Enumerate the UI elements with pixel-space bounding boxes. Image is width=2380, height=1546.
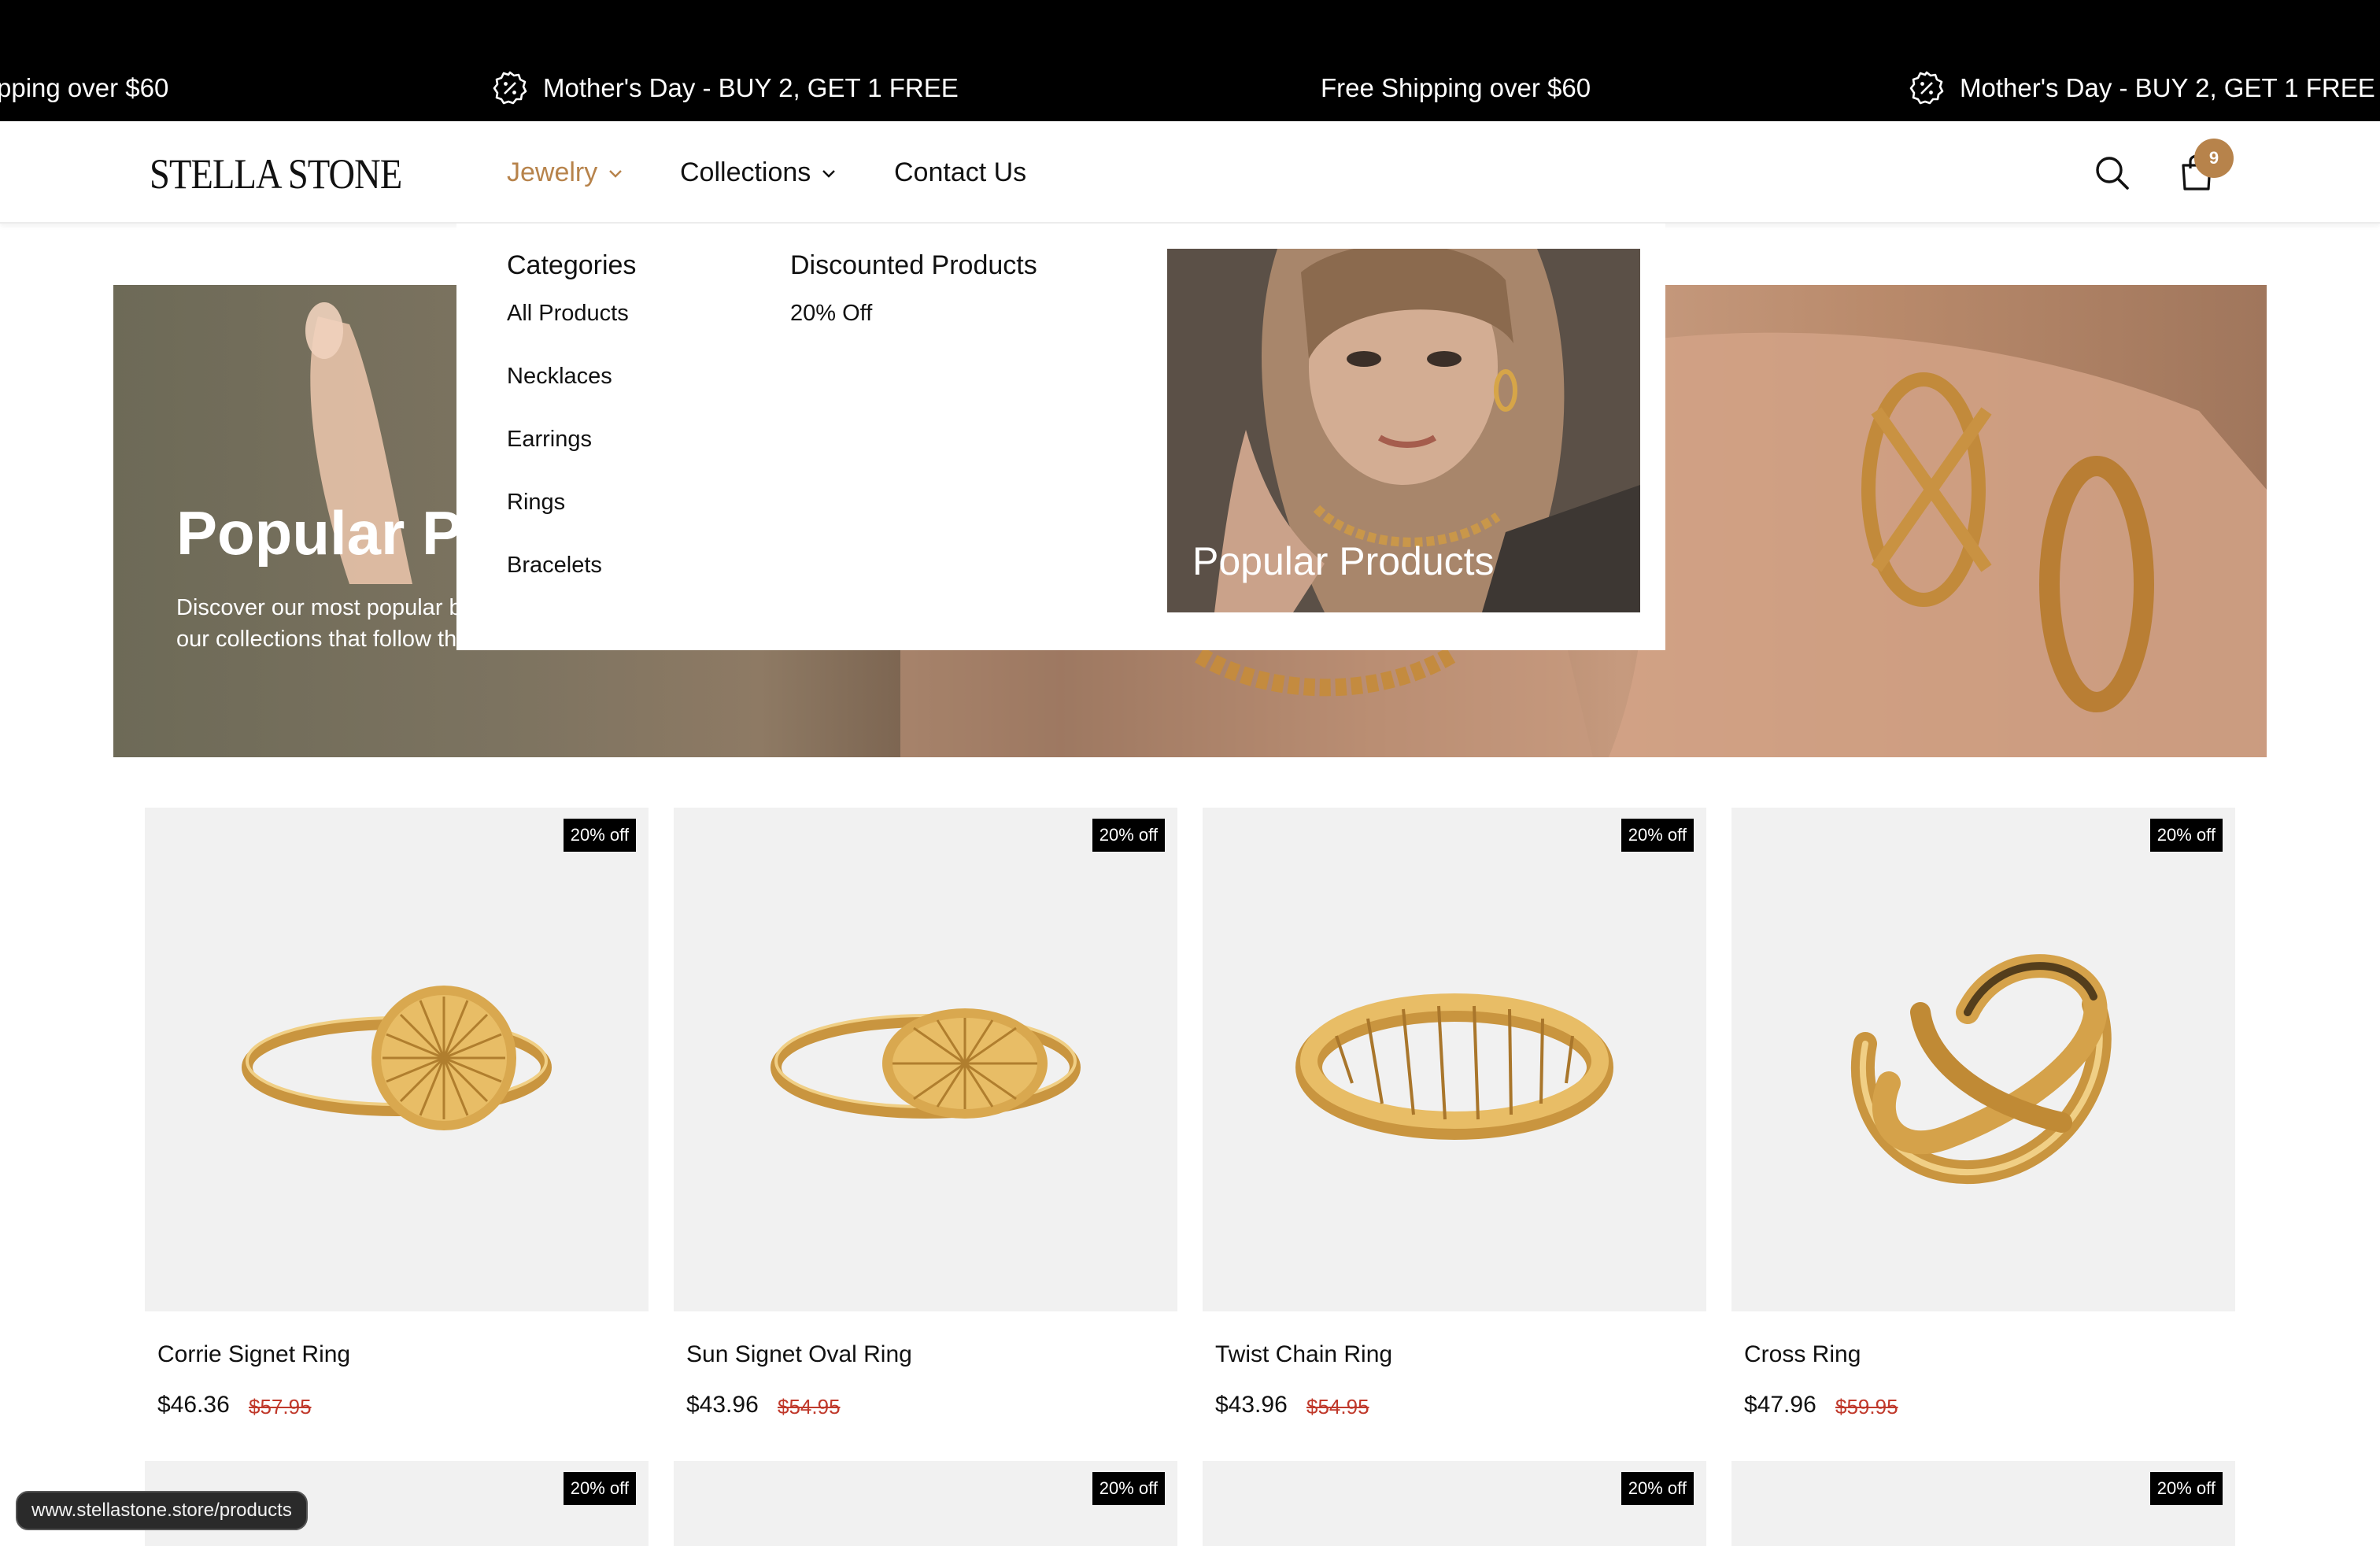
product-card[interactable]: 20% off: [674, 1461, 1177, 1546]
discount-badge: 20% off: [2149, 1472, 2223, 1505]
product-compare-price: $54.95: [1306, 1395, 1369, 1418]
site-header: STELLA STONE Jewelry Collections Contact…: [0, 121, 2380, 224]
discount-badge: 20% off: [1092, 1472, 1165, 1505]
announcement-text: Mother's Day - BUY 2, GET 1 FREE: [543, 73, 959, 102]
product-compare-price: $59.95: [1835, 1395, 1898, 1418]
cross-ring-image: [1850, 954, 2112, 1185]
product-card[interactable]: 20% off Sun Signet Oval Ring $43.96 $54.…: [674, 808, 1177, 1418]
announcement-text: pping over $60: [0, 73, 169, 102]
product-card[interactable]: 20% off Cross Ring $47.96 $59.95: [1731, 808, 2235, 1418]
announcement-text: Free Shipping over $60: [1321, 73, 1591, 102]
menu-link-20-off[interactable]: 20% Off: [790, 301, 872, 327]
jewelry-mega-menu: Categories All Products Necklaces Earrin…: [456, 224, 1665, 650]
nav-label: Jewelry: [507, 157, 598, 187]
nav-label: Collections: [680, 157, 811, 187]
product-name[interactable]: Corrie Signet Ring: [157, 1341, 350, 1368]
cart-count-badge: 9: [2194, 139, 2234, 178]
product-image[interactable]: 20% off: [1203, 808, 1706, 1311]
hero-title: Popular Pr: [176, 498, 487, 568]
discount-badge: 20% off: [563, 819, 636, 852]
discount-badge: 20% off: [1092, 819, 1165, 852]
product-compare-price: $57.95: [249, 1395, 312, 1418]
product-card[interactable]: 20% off Twist Chain Ring $43.96 $54.95: [1203, 808, 1706, 1418]
site-logo[interactable]: STELLA STONE: [150, 150, 402, 198]
feature-label: Popular Products: [1192, 539, 1495, 583]
product-price: $46.36: [157, 1392, 230, 1418]
sun-signet-oval-ring-image: [771, 1008, 1081, 1119]
product-price: $43.96: [1215, 1392, 1288, 1418]
announcement-item: Free Shipping over $60: [1321, 73, 1591, 103]
announcement-text: Mother's Day - BUY 2, GET 1 FREE: [1960, 73, 2375, 102]
announcement-item: Mother's Day - BUY 2, GET 1 FREE: [1908, 69, 2375, 107]
categories-heading: Categories: [507, 250, 637, 280]
product-card[interactable]: 20% off: [1731, 1461, 2235, 1546]
announcement-item: pping over $60: [0, 73, 168, 103]
nav-contact-us[interactable]: Contact Us: [894, 157, 1026, 188]
corrie-signet-ring-image: [242, 986, 552, 1130]
menu-link-necklaces[interactable]: Necklaces: [507, 364, 612, 390]
announcement-item: Mother's Day - BUY 2, GET 1 FREE: [491, 69, 959, 107]
product-card[interactable]: 20% off: [1203, 1461, 1706, 1546]
discounted-heading: Discounted Products: [790, 250, 1037, 280]
discount-badge-icon: [493, 71, 527, 105]
twist-chain-ring-image: [1295, 993, 1613, 1140]
announcement-bar: pping over $60 Mother's Day - BUY 2, GET…: [0, 0, 2380, 121]
discount-badge: 20% off: [1621, 819, 1694, 852]
nav-jewelry[interactable]: Jewelry: [507, 157, 624, 188]
chevron-down-icon: [822, 169, 836, 178]
discount-badge-icon: [1909, 71, 1944, 105]
popular-products-feature[interactable]: Popular Products: [1167, 249, 1640, 612]
discount-badge: 20% off: [1621, 1472, 1694, 1505]
menu-link-rings[interactable]: Rings: [507, 490, 565, 516]
product-name[interactable]: Cross Ring: [1744, 1341, 1861, 1368]
product-price: $47.96: [1744, 1392, 1816, 1418]
menu-link-bracelets[interactable]: Bracelets: [507, 553, 602, 579]
discount-badge: 20% off: [2149, 819, 2223, 852]
product-price: $43.96: [686, 1392, 759, 1418]
discount-badge: 20% off: [563, 1472, 636, 1505]
search-icon[interactable]: [2094, 154, 2130, 190]
nav-label: Contact Us: [894, 157, 1027, 187]
menu-link-all-products[interactable]: All Products: [507, 301, 629, 327]
product-compare-price: $54.95: [778, 1395, 841, 1418]
product-name[interactable]: Sun Signet Oval Ring: [686, 1341, 912, 1368]
product-image[interactable]: 20% off: [1731, 808, 2235, 1311]
nav-collections[interactable]: Collections: [680, 157, 837, 188]
product-name[interactable]: Twist Chain Ring: [1215, 1341, 1392, 1368]
menu-link-earrings[interactable]: Earrings: [507, 427, 592, 453]
product-image[interactable]: 20% off: [145, 808, 649, 1311]
link-preview-url: www.stellastone.store/products: [16, 1491, 308, 1530]
product-card[interactable]: 20% off Corrie Signet Ring $46.36 $57.95: [145, 808, 649, 1418]
chevron-down-icon: [609, 169, 623, 178]
product-image[interactable]: 20% off: [674, 808, 1177, 1311]
